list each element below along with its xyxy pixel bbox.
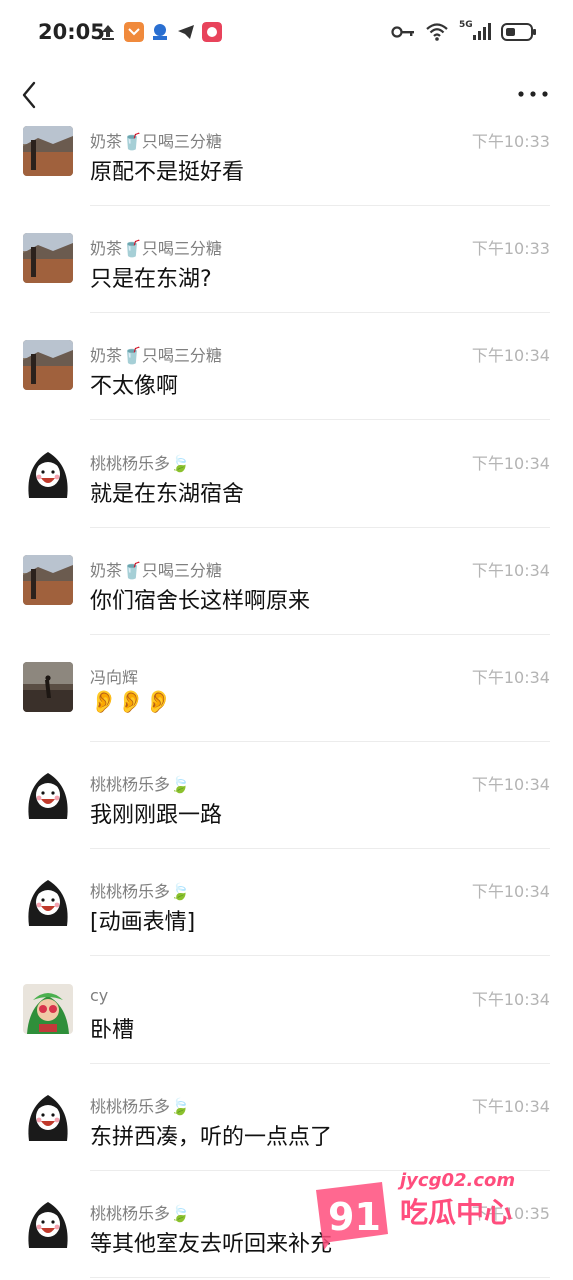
wifi-icon <box>426 23 448 41</box>
message-time: 下午10:33 <box>471 239 550 259</box>
avatar[interactable] <box>23 447 73 498</box>
key-icon <box>391 26 414 38</box>
sender-name: 桃桃杨乐多🍃 <box>90 882 190 902</box>
message-text: 你们宿舍长这样啊原来 <box>90 588 311 614</box>
message-row[interactable]: 桃桃杨乐多🍃 下午10:34 就是在东湖宿舍 <box>0 422 573 529</box>
message-time: 下午10:34 <box>471 346 550 366</box>
row-divider <box>90 1277 550 1278</box>
row-divider <box>90 633 550 635</box>
sender-name: 桃桃杨乐多🍃 <box>90 453 190 473</box>
message-time: 下午10:35 <box>471 1204 550 1223</box>
avatar[interactable] <box>23 662 73 712</box>
chevron-left-icon[interactable] <box>18 78 48 112</box>
message-row[interactable]: 奶茶🥤只喝三分糖 下午10:34 不太像啊 <box>0 314 573 421</box>
message-time: 下午10:33 <box>471 132 550 151</box>
message-row[interactable]: 奶茶🥤只喝三分糖 下午10:33 只是在东湖? <box>0 207 573 314</box>
avatar[interactable] <box>23 340 73 391</box>
message-text: 卧槽 <box>90 1017 135 1043</box>
message-text: [动画表情] <box>90 910 196 936</box>
notification-icons <box>98 22 222 42</box>
message-time: 下午10:34 <box>471 882 550 902</box>
row-divider <box>90 205 550 206</box>
message-text: 不太像啊 <box>90 374 179 400</box>
avatar[interactable] <box>23 126 73 176</box>
battery-icon <box>501 23 536 41</box>
message-time: 下午10:34 <box>471 560 550 580</box>
message-time: 下午10:34 <box>471 668 550 687</box>
upload-icon <box>102 25 114 40</box>
nav-bar <box>0 64 573 126</box>
message-text: 就是在东湖宿舍 <box>90 481 245 507</box>
sender-name: 冯向辉 <box>90 668 139 687</box>
system-icons: 5G <box>391 20 537 42</box>
message-text: 只是在东湖? <box>90 267 212 293</box>
status-bar: 20:05 5G <box>0 0 573 64</box>
sender-name: 奶茶🥤只喝三分糖 <box>90 560 222 580</box>
message-row[interactable]: cy 下午10:34 卧槽 <box>0 958 573 1065</box>
sender-name: 奶茶🥤只喝三分糖 <box>90 132 222 151</box>
row-divider <box>90 848 550 850</box>
row-divider <box>90 312 550 314</box>
avatar[interactable] <box>23 554 73 605</box>
sender-name: 桃桃杨乐多🍃 <box>90 1096 190 1116</box>
message-row[interactable]: 桃桃杨乐多🍃 下午10:34 我刚刚跟一路 <box>0 743 573 850</box>
app-icon <box>153 24 167 40</box>
sender-name: 桃桃杨乐多🍃 <box>90 1204 190 1223</box>
row-divider <box>90 741 550 742</box>
message-row[interactable]: 桃桃杨乐多🍃 下午10:34 [动画表情] <box>0 850 573 957</box>
row-divider <box>90 1062 550 1064</box>
sender-name: 奶茶🥤只喝三分糖 <box>90 239 222 259</box>
message-time: 下午10:34 <box>471 1096 550 1116</box>
message-row[interactable]: 冯向辉 下午10:34 👂👂👂 <box>0 636 573 743</box>
row-divider <box>90 1169 550 1171</box>
avatar[interactable] <box>23 983 73 1034</box>
sender-name: cy <box>90 985 109 1005</box>
avatar[interactable] <box>23 1090 73 1141</box>
row-divider <box>90 955 550 957</box>
message-text: 等其他室友去听回来补充 <box>90 1232 333 1257</box>
shield-app-icon <box>124 22 144 42</box>
avatar[interactable] <box>23 876 73 927</box>
row-divider <box>90 526 550 528</box>
status-time: 20:05 <box>38 20 105 44</box>
message-row[interactable]: 桃桃杨乐多🍃 下午10:35 等其他室友去听回来补充 <box>0 1172 573 1279</box>
avatar[interactable] <box>23 1198 73 1248</box>
more-dots-icon[interactable] <box>517 86 549 102</box>
message-row[interactable]: 桃桃杨乐多🍃 下午10:34 东拼西凑，听的一点点了 <box>0 1065 573 1172</box>
sender-name: 桃桃杨乐多🍃 <box>90 775 190 795</box>
sender-name: 奶茶🥤只喝三分糖 <box>90 346 222 366</box>
message-time: 下午10:34 <box>471 453 550 473</box>
message-time: 下午10:34 <box>471 775 550 795</box>
message-text: 东拼西凑，听的一点点了 <box>90 1124 333 1150</box>
message-text: 👂👂👂 <box>90 690 173 715</box>
message-time: 下午10:34 <box>471 989 550 1009</box>
avatar[interactable] <box>23 769 73 820</box>
avatar[interactable] <box>23 233 73 284</box>
telegram-icon <box>178 25 194 39</box>
row-divider <box>90 419 550 421</box>
message-text: 原配不是挺好看 <box>90 160 245 185</box>
signal-icon: 5G <box>459 20 491 42</box>
message-row[interactable]: 奶茶🥤只喝三分糖 下午10:34 你们宿舍长这样啊原来 <box>0 529 573 636</box>
message-text: 我刚刚跟一路 <box>90 803 223 829</box>
game-app-icon <box>202 22 222 42</box>
